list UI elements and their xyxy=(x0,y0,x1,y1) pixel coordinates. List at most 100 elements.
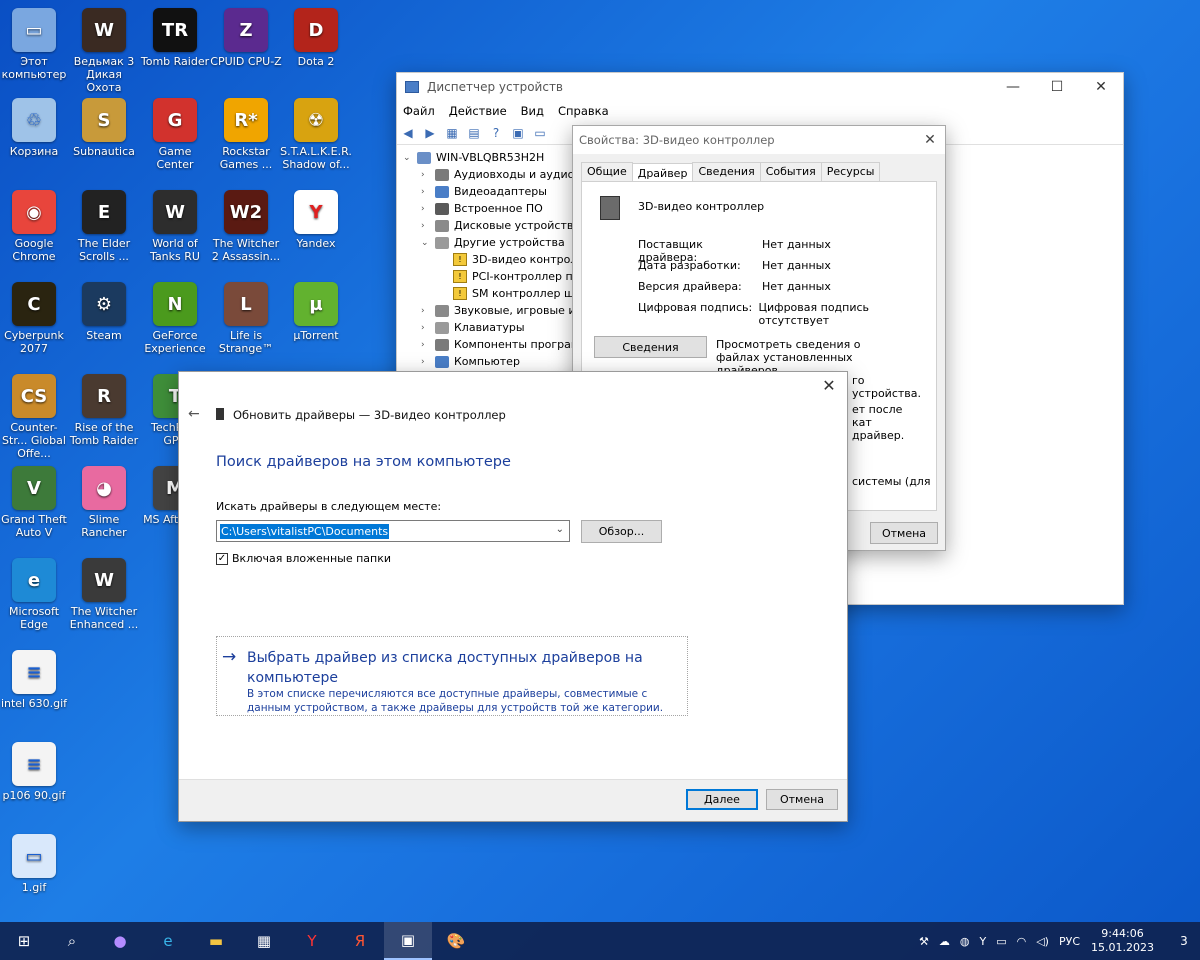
back-arrow-icon[interactable]: ← xyxy=(188,406,200,422)
tab-general[interactable]: Общие xyxy=(581,162,633,181)
desktop-app-icon[interactable]: R xyxy=(82,374,126,418)
chevron-right-icon[interactable]: › xyxy=(421,187,435,197)
search-icon[interactable]: ⌕ xyxy=(48,922,96,960)
chevron-right-icon[interactable]: › xyxy=(421,323,435,333)
tab-details[interactable]: Сведения xyxy=(692,162,761,181)
pick-driver-title[interactable]: Выбрать драйвер из списка доступных драй… xyxy=(247,648,667,688)
desktop-icon-label[interactable]: CPUID CPU-Z xyxy=(210,55,282,68)
desktop-icon[interactable]: D Dota 2 xyxy=(280,8,352,68)
menu-view[interactable]: Вид xyxy=(521,104,544,118)
desktop-icon[interactable]: W2 The Witcher 2 Assassin... xyxy=(210,190,282,263)
desktop-app-icon[interactable]: W xyxy=(82,558,126,602)
desktop-icon[interactable]: ♲ Корзина xyxy=(0,98,70,158)
desktop-icon[interactable]: S Subnautica xyxy=(68,98,140,158)
desktop-app-icon[interactable]: µ xyxy=(294,282,338,326)
desktop-icon-label[interactable]: Rockstar Games ... xyxy=(210,145,282,171)
desktop-icon[interactable]: C Cyberpunk 2077 xyxy=(0,282,70,355)
desktop-icon-label[interactable]: The Witcher 2 Assassin... xyxy=(210,237,282,263)
desktop-icon[interactable]: ◕ Slime Rancher xyxy=(68,466,140,539)
checkbox-check-icon[interactable]: ✓ xyxy=(216,552,228,565)
network-tool-icon[interactable]: ⚒ xyxy=(919,935,929,948)
yandex-icon[interactable]: Я xyxy=(336,922,384,960)
desktop-icon[interactable]: N GeForce Experience xyxy=(139,282,211,355)
path-value[interactable]: C:\Users\vitalistPC\Documents xyxy=(220,524,390,539)
chevron-right-icon[interactable]: › xyxy=(421,340,435,350)
desktop-icon-label[interactable]: Google Chrome xyxy=(0,237,70,263)
desktop-icon[interactable]: W The Witcher Enhanced ... xyxy=(68,558,140,631)
chevron-down-icon[interactable]: ⌄ xyxy=(556,524,564,535)
cancel-button[interactable]: Отмена xyxy=(766,789,838,810)
close-icon[interactable]: ✕ xyxy=(915,132,945,148)
desktop-app-icon[interactable]: e xyxy=(12,558,56,602)
device-manager-titlebar[interactable]: Диспетчер устройств — ☐ ✕ xyxy=(397,73,1123,101)
desktop-icon-label[interactable]: GeForce Experience xyxy=(139,329,211,355)
paint-icon[interactable]: 🎨 xyxy=(432,922,480,960)
desktop-app-icon[interactable]: D xyxy=(294,8,338,52)
desktop-icon[interactable]: ▭ Этот компьютер xyxy=(0,8,70,81)
help-icon[interactable]: ? xyxy=(487,125,505,141)
desktop-app-icon[interactable]: N xyxy=(153,282,197,326)
desktop-app-icon[interactable]: ☢ xyxy=(294,98,338,142)
tab-driver[interactable]: Драйвер xyxy=(631,163,694,182)
start-button[interactable]: ⊞ xyxy=(0,922,48,960)
menu-help[interactable]: Справка xyxy=(558,104,609,118)
desktop-app-icon[interactable]: Z xyxy=(224,8,268,52)
desktop-icon[interactable]: V Grand Theft Auto V xyxy=(0,466,70,539)
desktop-icon-label[interactable]: S.T.A.L.K.E.R. Shadow of... xyxy=(280,145,352,171)
desktop-app-icon[interactable]: ≡ xyxy=(12,742,56,786)
close-icon[interactable]: ✕ xyxy=(819,376,839,395)
properties-titlebar[interactable]: Свойства: 3D-видео контроллер ✕ xyxy=(573,126,945,154)
chevron-right-icon[interactable]: › xyxy=(421,170,435,180)
desktop-app-icon[interactable]: TR xyxy=(153,8,197,52)
tab-events[interactable]: События xyxy=(759,162,822,181)
desktop-app-icon[interactable]: ≡ xyxy=(12,650,56,694)
desktop-icon[interactable]: G Game Center xyxy=(139,98,211,171)
yandex-browser-icon[interactable]: Y xyxy=(288,922,336,960)
language-indicator[interactable]: РУС xyxy=(1059,935,1080,948)
desktop-icon[interactable]: Y Yandex xyxy=(280,190,352,250)
desktop-icon[interactable]: R* Rockstar Games ... xyxy=(210,98,282,171)
desktop-icon-label[interactable]: Counter-Str... Global Offe... xyxy=(0,421,70,460)
desktop-app-icon[interactable]: C xyxy=(12,282,56,326)
desktop-icon[interactable]: W Ведьмак 3 Дикая Охота xyxy=(68,8,140,94)
list-icon[interactable]: ▤ xyxy=(465,125,483,141)
store-icon[interactable]: ▦ xyxy=(240,922,288,960)
desktop-icon[interactable]: ≡ p106 90.gif xyxy=(0,742,70,802)
desktop-icon-label[interactable]: Microsoft Edge xyxy=(0,605,70,631)
menu-action[interactable]: Действие xyxy=(449,104,507,118)
desktop-icon-label[interactable]: Steam xyxy=(68,329,140,342)
battery-icon[interactable]: ▭ xyxy=(996,935,1006,948)
desktop-icon-label[interactable]: Tomb Raider xyxy=(139,55,211,68)
chevron-right-icon[interactable]: › xyxy=(421,306,435,316)
desktop-icon[interactable]: ⚙ Steam xyxy=(68,282,140,342)
forward-arrow-icon[interactable]: ▶ xyxy=(421,125,439,141)
folder-icon[interactable]: ▬ xyxy=(192,922,240,960)
desktop-icon[interactable]: TR Tomb Raider xyxy=(139,8,211,68)
desktop-icon-label[interactable]: Rise of the Tomb Raider xyxy=(68,421,140,447)
close-button[interactable]: ✕ xyxy=(1079,73,1123,101)
desktop-icon-label[interactable]: intel 630.gif xyxy=(0,697,70,710)
desktop-icon-label[interactable]: The Elder Scrolls ... xyxy=(68,237,140,263)
desktop-icon[interactable]: e Microsoft Edge xyxy=(0,558,70,631)
path-combobox[interactable]: C:\Users\vitalistPC\Documents ⌄ xyxy=(216,520,570,542)
alice-icon[interactable]: ● xyxy=(96,922,144,960)
view-icon[interactable]: ▣ xyxy=(509,125,527,141)
include-subfolders-label[interactable]: Включая вложенные папки xyxy=(232,552,391,565)
desktop-app-icon[interactable]: W2 xyxy=(224,190,268,234)
pick-driver-link[interactable]: → Выбрать драйвер из списка доступных др… xyxy=(216,636,688,716)
desktop-app-icon[interactable]: R* xyxy=(224,98,268,142)
desktop-icon[interactable]: µ µTorrent xyxy=(280,282,352,342)
device-manager-taskbar-icon[interactable]: ▣ xyxy=(384,922,432,960)
desktop-icon[interactable]: L Life is Strange™ xyxy=(210,282,282,355)
desktop-icon-label[interactable]: Yandex xyxy=(280,237,352,250)
desktop-icon[interactable]: E The Elder Scrolls ... xyxy=(68,190,140,263)
desktop-app-icon[interactable]: ⚙ xyxy=(82,282,126,326)
desktop-icon[interactable]: ◉ Google Chrome xyxy=(0,190,70,263)
desktop-icon-label[interactable]: Cyberpunk 2077 xyxy=(0,329,70,355)
menu-file[interactable]: Файл xyxy=(403,104,435,118)
desktop-icon-label[interactable]: 1.gif xyxy=(0,881,70,894)
desktop-icon-label[interactable]: Grand Theft Auto V xyxy=(0,513,70,539)
desktop-icon[interactable]: ≡ intel 630.gif xyxy=(0,650,70,710)
desktop-app-icon[interactable]: ◉ xyxy=(12,190,56,234)
desktop-icon-label[interactable]: Game Center xyxy=(139,145,211,171)
